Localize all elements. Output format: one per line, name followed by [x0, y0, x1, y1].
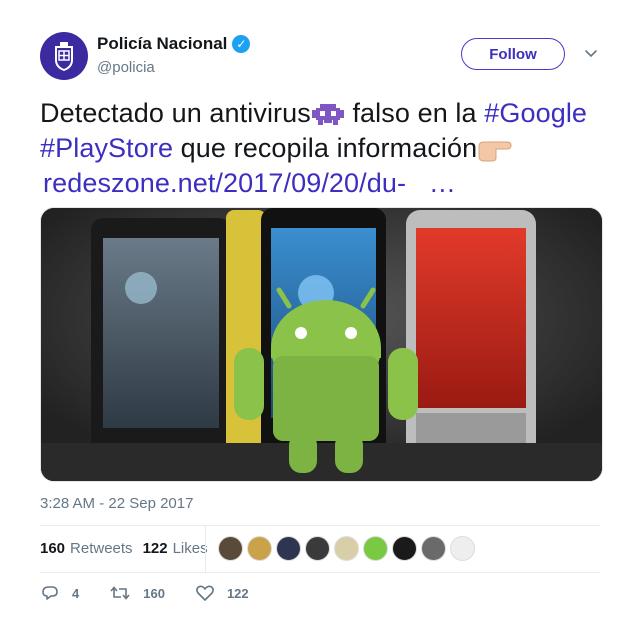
article-link[interactable]: redeszone.net/2017/09/20/du-: [43, 168, 406, 198]
android-phones-photo: [41, 208, 602, 481]
likers-avatars: [218, 536, 479, 561]
tweet-text-part: Detectado un antivirus: [40, 98, 311, 128]
likes-count[interactable]: 122: [143, 540, 168, 557]
stats-separator: [205, 526, 206, 572]
divider: [40, 572, 600, 573]
liker-avatar[interactable]: [392, 536, 417, 561]
retweet-icon: [110, 586, 130, 600]
retweet-button[interactable]: 160: [109, 584, 165, 602]
liker-avatar[interactable]: [363, 536, 388, 561]
liker-avatar[interactable]: [421, 536, 446, 561]
hashtag-playstore-link[interactable]: #PlayStore: [40, 133, 173, 163]
avatar[interactable]: [40, 32, 88, 80]
tweet-text-part: falso en la: [344, 98, 485, 128]
tweet-stats: 160 Retweets 122 Likes: [40, 540, 208, 557]
divider: [40, 525, 600, 526]
heart-icon: [196, 585, 214, 601]
liker-avatar[interactable]: [334, 536, 359, 561]
liker-avatar[interactable]: [276, 536, 301, 561]
hashtag-google-link[interactable]: #Google: [484, 98, 587, 128]
author-handle[interactable]: @policia: [97, 59, 155, 76]
tweet-actions: 4 160 122: [40, 584, 279, 602]
tweet-text: Detectado un antivirus falso en la #Goog…: [40, 96, 610, 201]
article-link-ellipsis[interactable]: …: [429, 168, 456, 198]
liker-avatar[interactable]: [450, 536, 475, 561]
pointing-hand-icon: [478, 141, 512, 162]
retweet-count: 160: [143, 585, 165, 601]
liker-avatar[interactable]: [305, 536, 330, 561]
liker-avatar[interactable]: [218, 536, 243, 561]
retweets-count[interactable]: 160: [40, 540, 65, 557]
reply-button[interactable]: 4: [40, 584, 79, 602]
chevron-down-icon[interactable]: [583, 46, 599, 62]
alien-monster-icon: [311, 103, 344, 125]
police-crest-icon: [55, 42, 73, 72]
liker-avatar[interactable]: [247, 536, 272, 561]
follow-button[interactable]: Follow: [461, 38, 565, 70]
reply-icon: [42, 586, 58, 600]
author-name-row[interactable]: Policía Nacional ✓: [97, 34, 251, 54]
tweet-timestamp[interactable]: 3:28 AM - 22 Sep 2017: [40, 495, 193, 512]
tweet-image[interactable]: [40, 207, 603, 482]
like-button[interactable]: 122: [195, 584, 249, 602]
verified-badge-icon: ✓: [232, 35, 251, 53]
author-name[interactable]: Policía Nacional: [97, 34, 227, 54]
tweet-text-part: que recopila información: [173, 133, 478, 163]
retweets-label[interactable]: Retweets: [70, 540, 133, 557]
like-count: 122: [226, 585, 249, 601]
likes-label[interactable]: Likes: [173, 540, 208, 557]
reply-count: 4: [72, 585, 80, 601]
